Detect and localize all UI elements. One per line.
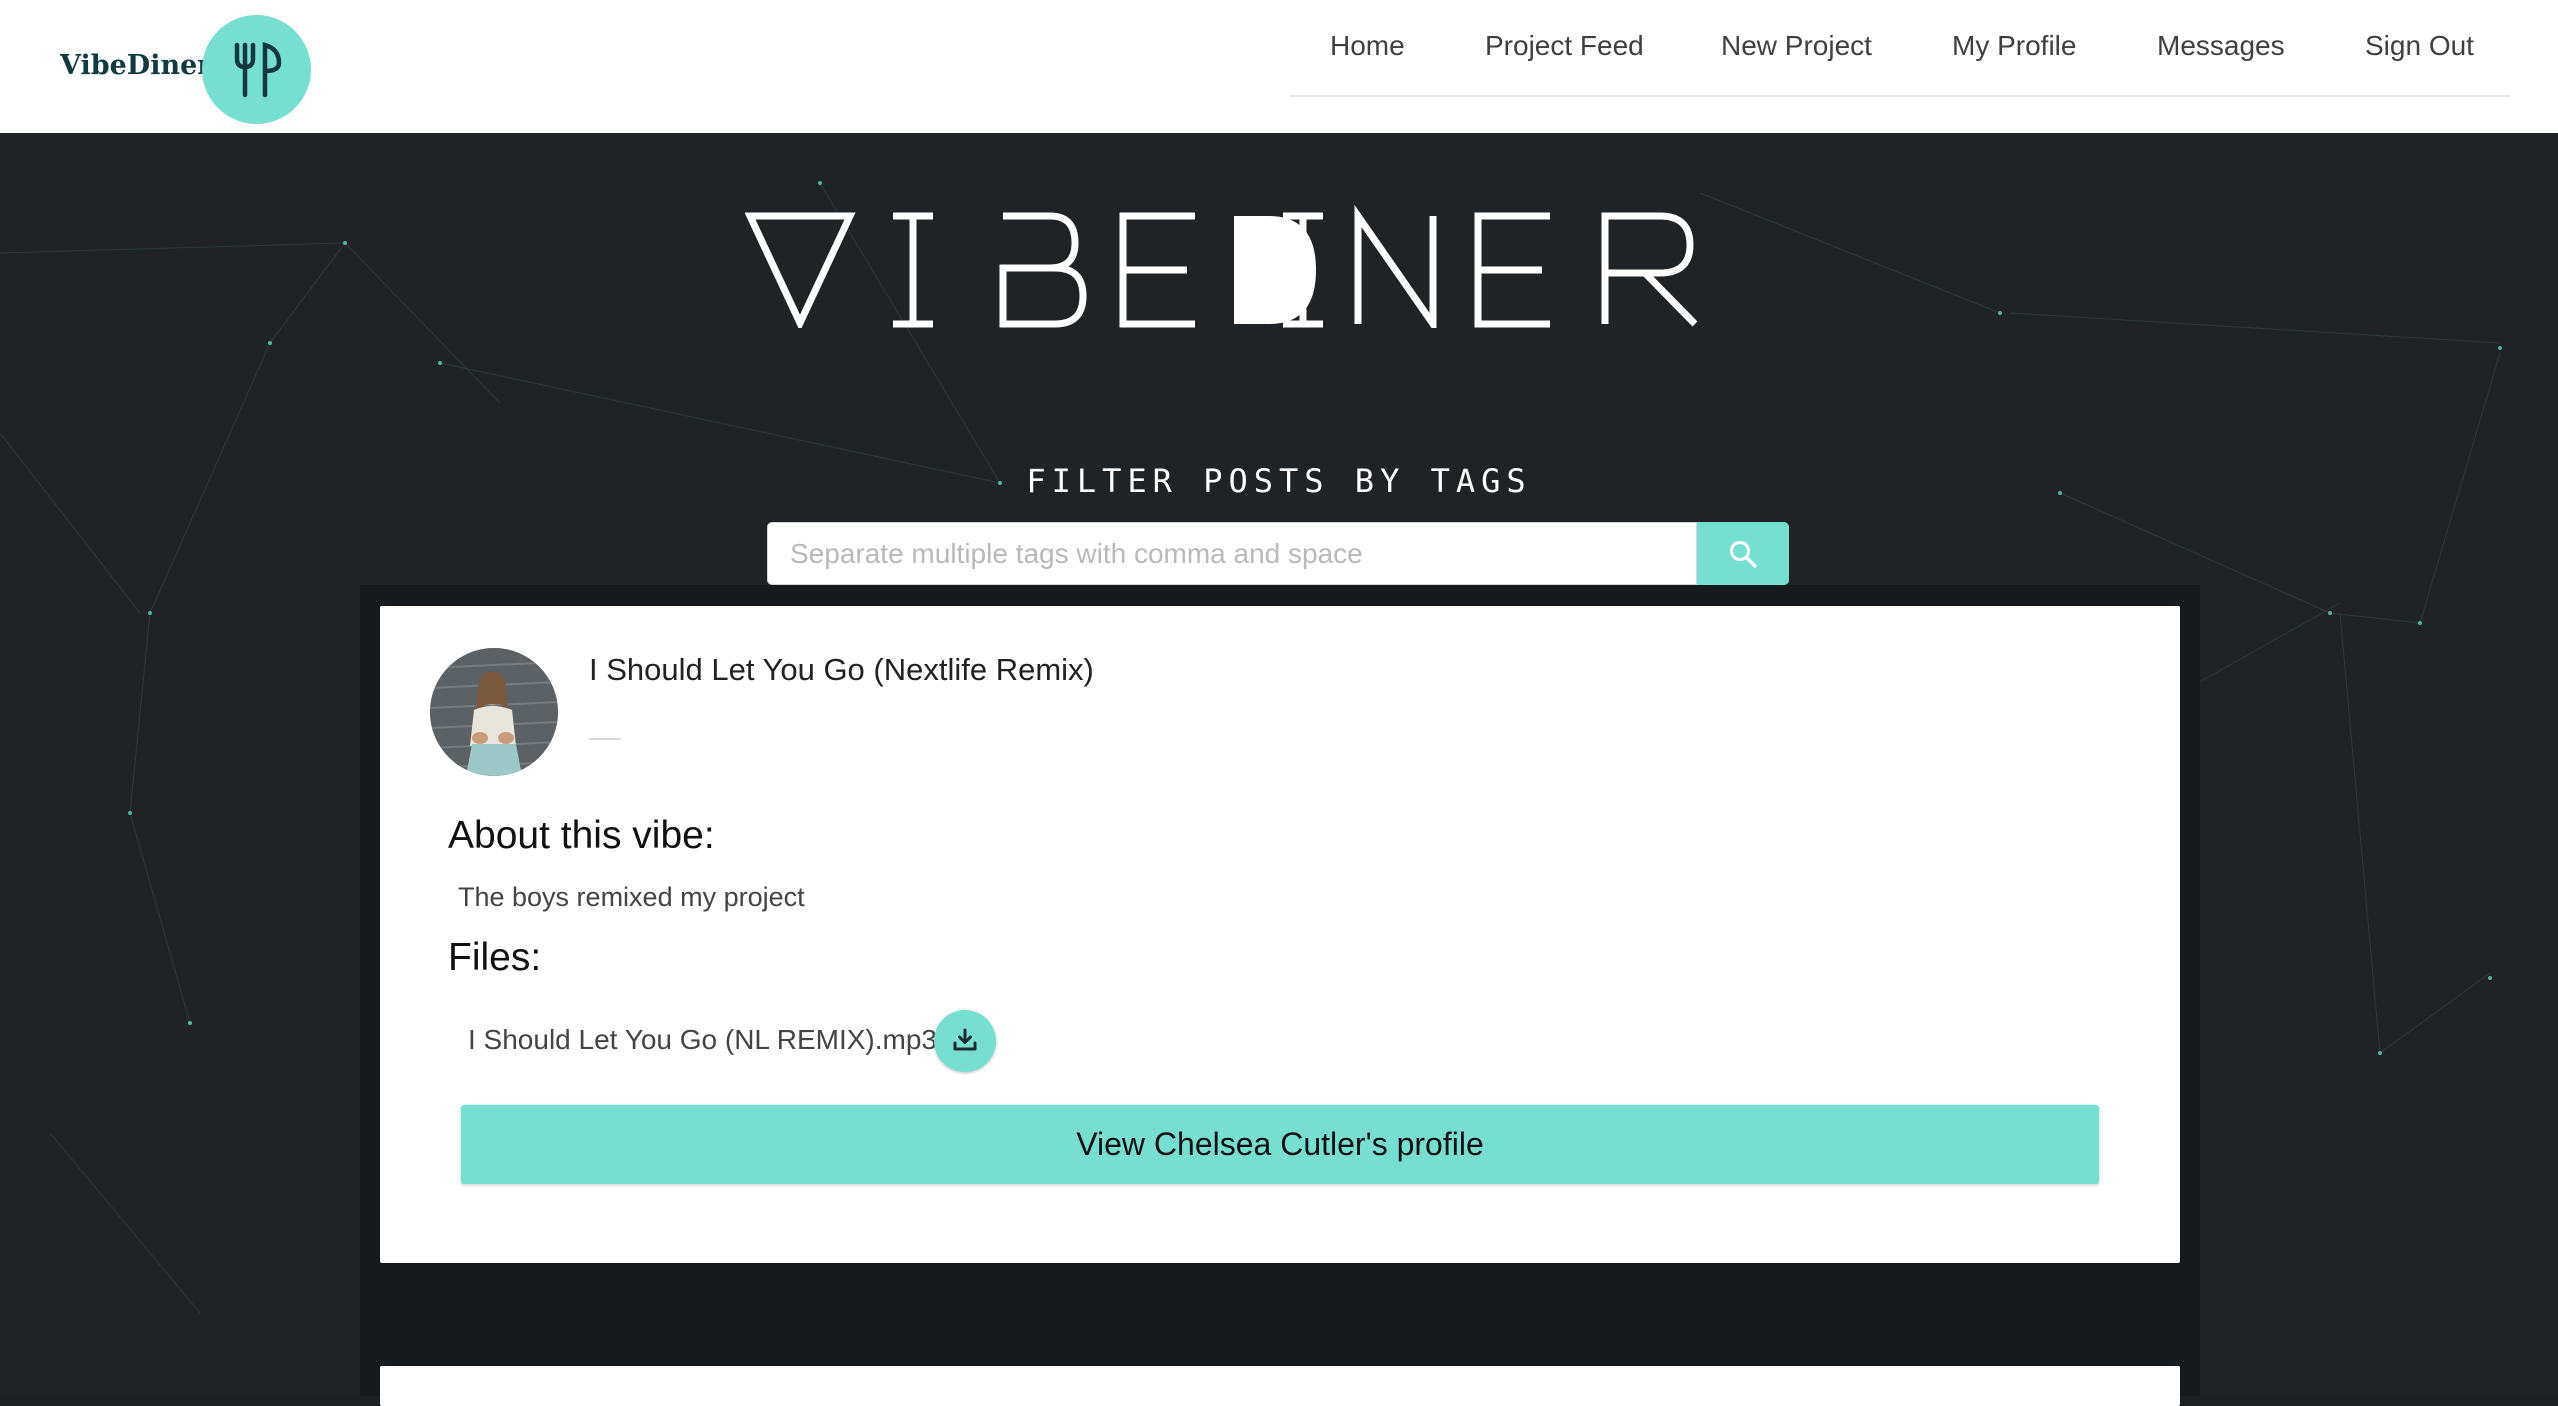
- post-card: I Should Let You Go (Nextlife Remix) Abo…: [380, 606, 2180, 1263]
- download-icon: [953, 1028, 977, 1051]
- search-button[interactable]: [1697, 522, 1789, 585]
- hero-logo-title: [744, 198, 1805, 336]
- title-divider: [589, 738, 621, 740]
- nav-menu: Home Project Feed New Project My Profile…: [1290, 0, 2510, 97]
- navbar: VibeDiner Home Project Feed New Project …: [0, 0, 2558, 133]
- nav-project-feed[interactable]: Project Feed: [1485, 30, 1644, 62]
- brand-logo[interactable]: [202, 15, 311, 124]
- about-heading: About this vibe:: [448, 814, 715, 857]
- filter-title: FILTER POSTS BY TAGS: [1026, 462, 1532, 500]
- brand-name[interactable]: VibeDiner: [60, 50, 212, 81]
- about-text: The boys remixed my project: [458, 882, 805, 912]
- user-photo: [430, 648, 558, 776]
- nav-new-project[interactable]: New Project: [1721, 30, 1872, 62]
- post-title[interactable]: I Should Let You Go (Nextlife Remix): [589, 652, 1094, 688]
- view-profile-button[interactable]: View Chelsea Cutler's profile: [461, 1105, 2099, 1184]
- tag-search: [767, 522, 1789, 585]
- nav-messages[interactable]: Messages: [2157, 30, 2285, 62]
- post-card-next: [380, 1366, 2180, 1406]
- download-button[interactable]: [934, 1010, 996, 1072]
- fork-knife-icon: [234, 42, 282, 98]
- avatar[interactable]: [430, 648, 558, 776]
- vibediner-wordmark: [744, 204, 1698, 336]
- file-name: I Should Let You Go (NL REMIX).mp3: [468, 1024, 937, 1055]
- nav-sign-out[interactable]: Sign Out: [2365, 30, 2474, 62]
- files-heading: Files:: [448, 936, 542, 979]
- nav-my-profile[interactable]: My Profile: [1952, 30, 2076, 62]
- nav-home[interactable]: Home: [1330, 30, 1405, 62]
- search-icon: [1730, 541, 1757, 568]
- tag-search-input[interactable]: [767, 522, 1697, 585]
